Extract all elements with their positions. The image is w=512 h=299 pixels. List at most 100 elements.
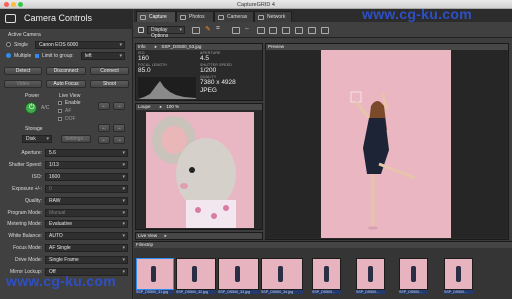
- loupe-zoom-value: 100 %: [166, 104, 180, 109]
- thumb-figure: [367, 265, 373, 282]
- live-view-right-button[interactable]: →: [113, 102, 125, 110]
- filmstrip-thumb[interactable]: [444, 258, 473, 290]
- live-view-dof-checkbox[interactable]: [58, 116, 62, 121]
- tab-network-label: Network: [267, 14, 286, 20]
- single-radio[interactable]: [6, 42, 11, 47]
- filmstrip-thumb-caption: SSP_DS500...: [312, 290, 341, 294]
- cameras-icon: [218, 15, 224, 20]
- tab-cameras-label: Cameras: [227, 14, 248, 20]
- filmstrip-thumb[interactable]: [218, 258, 259, 290]
- auto-focus-button[interactable]: Auto Focus: [46, 80, 86, 88]
- setting-label: Aperture:: [21, 150, 42, 156]
- photos-icon: [180, 15, 186, 20]
- filmstrip-thumb[interactable]: [176, 258, 216, 290]
- guides-icon[interactable]: [282, 27, 290, 34]
- live-view-header-label: Live View: [138, 233, 158, 238]
- filmstrip-thumb-caption: SSP_DS500...: [399, 290, 428, 294]
- frame-icon[interactable]: [295, 27, 303, 34]
- zoom-fit-icon[interactable]: [321, 27, 329, 34]
- filmstrip: Filmstrip SSP_DS500_31.jpg SSP_DS500_32.j…: [134, 241, 512, 299]
- live-view-panel: Live View ▸: [135, 232, 263, 240]
- info-panel: Info ▸ SSP_DS500_53.jpg ISO 160 FOCAL LE…: [135, 43, 263, 101]
- tab-network[interactable]: Network: [254, 11, 292, 22]
- tab-photos[interactable]: Photos: [176, 11, 214, 22]
- setting-select[interactable]: 5.6: [45, 149, 128, 157]
- shutter-speed-value: 1/200: [200, 67, 217, 74]
- shoot-button[interactable]: Shoot: [90, 80, 129, 88]
- focus-near-button[interactable]: ←: [98, 136, 110, 144]
- arrow-left-icon: ←: [101, 137, 107, 143]
- zoom-right-button[interactable]: →: [113, 124, 125, 132]
- storage-select[interactable]: Disk: [22, 135, 52, 143]
- grid-icon[interactable]: [138, 27, 144, 33]
- expand-icon[interactable]: ⇔: [244, 26, 250, 32]
- camera-select[interactable]: Canon EOS 6000: [35, 41, 125, 49]
- filmstrip-thumb[interactable]: [136, 258, 174, 290]
- setting-select[interactable]: Manual: [45, 208, 128, 217]
- compare-icon[interactable]: [257, 27, 265, 34]
- live-view-enable-checkbox[interactable]: [58, 100, 62, 105]
- power-toggle[interactable]: ⏻: [25, 102, 37, 114]
- crop-icon[interactable]: ⌗: [216, 25, 220, 33]
- setting-select[interactable]: 0: [45, 184, 128, 193]
- filmstrip-thumb[interactable]: [399, 258, 428, 290]
- tab-capture[interactable]: Capture: [136, 11, 176, 22]
- setting-select[interactable]: Evaluative: [45, 220, 128, 229]
- live-view-af-checkbox[interactable]: [58, 108, 62, 113]
- info-header-label: Info: [138, 44, 146, 49]
- arrow-left-icon: ←: [101, 103, 107, 109]
- settings-button[interactable]: Settings...: [61, 135, 91, 143]
- disconnect-button[interactable]: Disconnect: [46, 67, 86, 75]
- power-icon: ⏻: [29, 104, 35, 111]
- detect-button[interactable]: Detect: [4, 67, 42, 75]
- multiple-radio[interactable]: [6, 53, 11, 58]
- live-view-panel-header: Live View ▸: [136, 233, 262, 239]
- setting-select[interactable]: RAW: [45, 196, 128, 205]
- live-view-label: Live View: [59, 93, 81, 99]
- live-view-enable-label: Enable: [65, 100, 81, 106]
- setting-select[interactable]: 1/13: [45, 160, 128, 169]
- tab-cameras[interactable]: Cameras: [214, 11, 254, 22]
- thumb-figure: [278, 265, 283, 282]
- limit-to-group-checkbox[interactable]: [35, 53, 39, 58]
- thumb-figure: [192, 265, 198, 282]
- rotate-icon[interactable]: [269, 27, 277, 34]
- setting-label: Quality:: [25, 197, 42, 204]
- focus-far-button[interactable]: →: [113, 136, 125, 144]
- display-options-select[interactable]: Display Options: [147, 26, 185, 39]
- play-icon: ▸: [154, 44, 158, 49]
- group-select[interactable]: left: [81, 52, 125, 60]
- filmstrip-thumb[interactable]: [312, 258, 341, 290]
- connect-button[interactable]: Connect: [90, 67, 129, 75]
- setting-select[interactable]: AF Single: [45, 244, 128, 253]
- setting-label: Drive Mode:: [15, 257, 42, 264]
- zoom-left-button[interactable]: ←: [98, 124, 110, 132]
- power-label: Power: [25, 93, 40, 99]
- arrow-right-icon: →: [116, 137, 122, 143]
- setting-label: Metering Mode:: [7, 221, 42, 228]
- thumb-figure: [151, 265, 157, 282]
- panel-header: Camera Controls: [0, 9, 133, 29]
- filmstrip-thumb[interactable]: [356, 258, 385, 290]
- edit-icon[interactable]: ✎: [205, 25, 211, 33]
- thumb-figure: [234, 265, 240, 282]
- setting-select[interactable]: Single Frame: [45, 256, 128, 265]
- setting-select[interactable]: 1600: [45, 172, 128, 181]
- filmstrip-header: Filmstrip: [134, 242, 512, 248]
- setting-select[interactable]: AUTO: [45, 232, 128, 241]
- loupe-panel-header: Loupe ▸ 100 %: [136, 104, 262, 110]
- preview-image: [321, 50, 451, 238]
- single-label: Single: [14, 42, 28, 48]
- overlay-icon[interactable]: [232, 27, 240, 34]
- setting-label: ISO:: [31, 173, 42, 180]
- filmstrip-thumb[interactable]: [261, 258, 303, 290]
- iso-value: 160: [138, 55, 149, 62]
- camera-icon: [5, 14, 16, 23]
- play-icon: ▸: [164, 233, 167, 238]
- mirror-icon[interactable]: [308, 27, 316, 34]
- setting-label: White Balance:: [8, 233, 42, 240]
- preview-area: [265, 50, 507, 238]
- live-view-left-button[interactable]: ←: [98, 102, 110, 110]
- video-button[interactable]: Video: [4, 80, 42, 88]
- layout-icon[interactable]: [192, 27, 200, 34]
